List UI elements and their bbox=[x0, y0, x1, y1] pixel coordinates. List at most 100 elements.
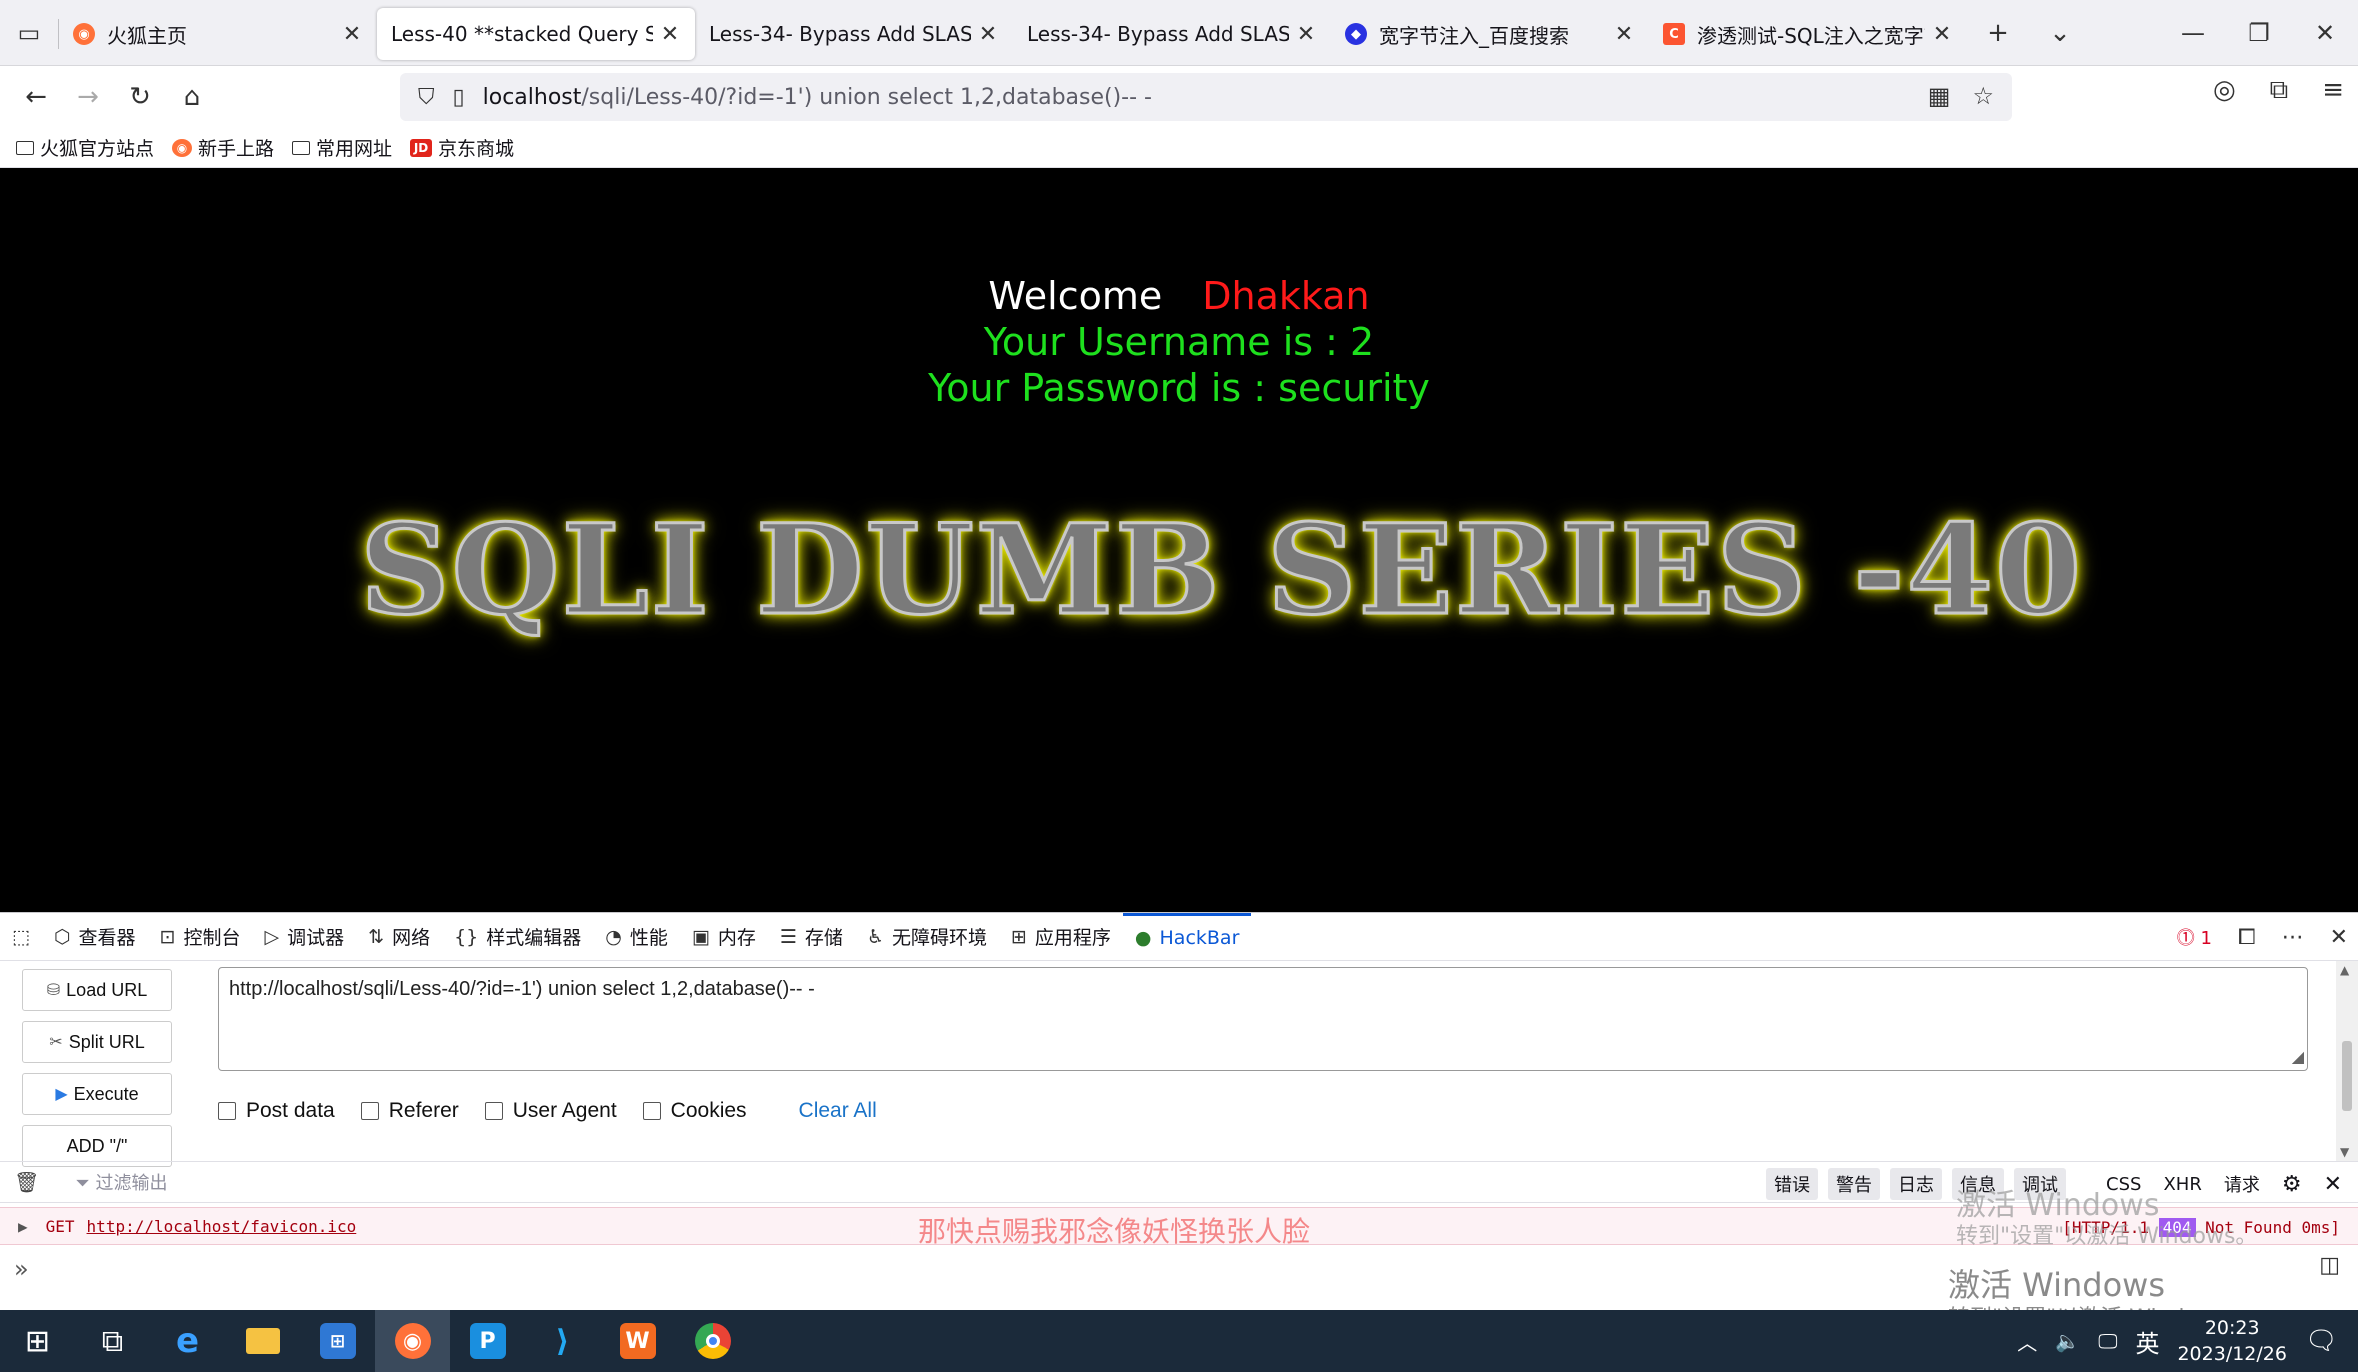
error-count-badge[interactable]: ⓵ 1 bbox=[2177, 924, 2212, 950]
new-tab-button[interactable]: + bbox=[1967, 0, 2029, 65]
tab-accessibility[interactable]: ♿ 无障碍环境 bbox=[855, 913, 999, 961]
tab-application[interactable]: ⊞ 应用程序 bbox=[999, 913, 1123, 961]
checkbox-box[interactable] bbox=[360, 1102, 379, 1120]
volume-icon[interactable]: 🔈 bbox=[2055, 1329, 2080, 1353]
level-warnings[interactable]: 警告 bbox=[1828, 1168, 1881, 1200]
restore-button[interactable]: ❐ bbox=[2226, 0, 2292, 65]
more-options-icon[interactable]: ⋯ bbox=[2282, 925, 2304, 950]
scroll-up-icon[interactable]: ▲ bbox=[2340, 963, 2349, 977]
file-explorer-icon[interactable] bbox=[225, 1310, 300, 1372]
tab-less-34-a[interactable]: Less-34- Bypass Add SLASHES ✕ bbox=[695, 8, 1013, 60]
account-icon[interactable]: ◎ bbox=[2213, 75, 2236, 106]
checkbox-box[interactable] bbox=[642, 1102, 661, 1120]
input-language[interactable]: 英 bbox=[2135, 1324, 2159, 1359]
tab-storage[interactable]: ☰ 存储 bbox=[768, 913, 855, 961]
minimize-button[interactable]: — bbox=[2160, 0, 2226, 65]
extensions-icon[interactable]: ⧉ bbox=[2270, 75, 2289, 106]
list-all-tabs-button[interactable]: ⌄ bbox=[2029, 0, 2091, 65]
devtools-close-icon[interactable]: ✕ bbox=[2330, 925, 2348, 950]
console-filter-input[interactable]: ⏷ 过滤输出 bbox=[75, 1169, 167, 1195]
clock[interactable]: 20:23 2023/12/26 bbox=[2177, 1315, 2287, 1367]
home-button[interactable]: ⌂ bbox=[166, 75, 218, 119]
close-icon[interactable]: ✕ bbox=[1295, 22, 1317, 47]
tab-overview-icon[interactable]: ▭ bbox=[0, 0, 58, 65]
storage-icon: ☰ bbox=[779, 925, 797, 948]
clear-all-link[interactable]: Clear All bbox=[799, 1099, 877, 1123]
pycharm-icon[interactable]: P bbox=[450, 1310, 525, 1372]
split-console-icon[interactable]: ◫ bbox=[2319, 1253, 2340, 1278]
bookmark-star-icon[interactable]: ☆ bbox=[1972, 82, 1994, 110]
store-icon[interactable]: ⊞ bbox=[300, 1310, 375, 1372]
tab-performance[interactable]: ◔ 性能 bbox=[593, 913, 680, 961]
level-logs[interactable]: 日志 bbox=[1890, 1168, 1943, 1200]
start-button[interactable]: ⊞ bbox=[0, 1310, 75, 1372]
close-icon[interactable]: ✕ bbox=[1931, 22, 1953, 47]
referer-checkbox[interactable]: Referer bbox=[360, 1099, 459, 1123]
request-url-link[interactable]: http://localhost/favicon.ico bbox=[87, 1217, 357, 1236]
expand-caret-icon[interactable]: ▶ bbox=[18, 1217, 28, 1236]
filter-xhr[interactable]: XHR bbox=[2157, 1171, 2207, 1198]
qr-code-icon[interactable]: ▦ bbox=[1928, 82, 1951, 110]
scrollbar-thumb[interactable] bbox=[2342, 1041, 2352, 1111]
address-bar[interactable]: ⛉ ▯ localhost/sqli/Less-40/?id=-1') unio… bbox=[400, 73, 2012, 121]
tab-baidu-search[interactable]: ◆ 宽字节注入_百度搜索 ✕ bbox=[1331, 8, 1649, 60]
tab-console[interactable]: ⊡ 控制台 bbox=[148, 913, 253, 961]
window-close-button[interactable]: ✕ bbox=[2292, 0, 2358, 65]
notification-icon[interactable]: 🗨 bbox=[2305, 1326, 2338, 1356]
folder-icon bbox=[16, 140, 34, 155]
tab-firefox-home[interactable]: ◉ 火狐主页 ✕ bbox=[59, 8, 377, 60]
console-close-icon[interactable]: ✕ bbox=[2318, 1169, 2348, 1200]
tab-csdn-article[interactable]: C 渗透测试-SQL注入之宽字节注 ✕ bbox=[1649, 8, 1967, 60]
cookies-checkbox[interactable]: Cookies bbox=[642, 1099, 747, 1123]
post-data-checkbox[interactable]: Post data bbox=[218, 1099, 335, 1123]
shield-icon[interactable]: ⛉ bbox=[418, 85, 435, 110]
split-url-button[interactable]: ✂ Split URL bbox=[22, 1021, 172, 1063]
tab-less-34-b[interactable]: Less-34- Bypass Add SLASHES ✕ bbox=[1013, 8, 1331, 60]
close-icon[interactable]: ✕ bbox=[977, 22, 999, 47]
task-view-icon[interactable]: ⧉ bbox=[75, 1310, 150, 1372]
checkbox-box[interactable] bbox=[484, 1102, 503, 1120]
hackbar-url-textarea[interactable]: http://localhost/sqli/Less-40/?id=-1') u… bbox=[218, 967, 2308, 1071]
trash-icon[interactable]: 🗑 bbox=[14, 1170, 39, 1194]
back-button[interactable]: ← bbox=[10, 75, 62, 119]
element-picker-icon[interactable]: ⬚ bbox=[0, 913, 42, 961]
vscode-icon[interactable]: ⟩ bbox=[525, 1310, 600, 1372]
level-errors[interactable]: 错误 bbox=[1766, 1168, 1819, 1200]
execute-button[interactable]: ▶ Execute bbox=[22, 1073, 172, 1115]
console-input-prompt[interactable]: » bbox=[14, 1255, 29, 1283]
network-tray-icon[interactable]: 🖵 bbox=[2098, 1329, 2117, 1353]
load-url-button[interactable]: ⛁ Load URL bbox=[22, 969, 172, 1011]
tab-memory[interactable]: ▣ 内存 bbox=[680, 913, 768, 961]
close-icon[interactable]: ✕ bbox=[659, 22, 681, 47]
bookmark-common-sites[interactable]: 常用网址 bbox=[292, 134, 392, 161]
firefox-taskbar-icon[interactable]: ◉ bbox=[375, 1310, 450, 1372]
user-agent-checkbox[interactable]: User Agent bbox=[484, 1099, 617, 1123]
reload-button[interactable]: ↻ bbox=[114, 75, 166, 119]
dock-side-icon[interactable]: ⧠ bbox=[2238, 925, 2256, 950]
close-icon[interactable]: ✕ bbox=[341, 22, 363, 47]
menu-icon[interactable]: ≡ bbox=[2322, 75, 2344, 106]
chrome-icon[interactable] bbox=[675, 1310, 750, 1372]
bookmark-jd[interactable]: JD 京东商城 bbox=[410, 134, 514, 161]
hackbar-scrollbar[interactable]: ▲ ▼ bbox=[2336, 961, 2358, 1161]
filter-requests[interactable]: 请求 bbox=[2218, 1168, 2266, 1200]
bookmark-firefox-official[interactable]: 火狐官方站点 bbox=[16, 134, 154, 161]
tab-inspector[interactable]: ⬡ 查看器 bbox=[42, 913, 148, 961]
wps-icon[interactable]: W bbox=[600, 1310, 675, 1372]
close-icon[interactable]: ✕ bbox=[1613, 22, 1635, 47]
tab-debugger[interactable]: ▷ 调试器 bbox=[253, 913, 357, 961]
gauge-icon: ◔ bbox=[605, 925, 622, 948]
tab-hackbar[interactable]: ● HackBar bbox=[1122, 912, 1252, 961]
bookmark-getting-started[interactable]: ◉ 新手上路 bbox=[172, 134, 274, 161]
tab-style-editor[interactable]: {} 样式编辑器 bbox=[442, 913, 593, 961]
edge-icon[interactable]: e bbox=[150, 1310, 225, 1372]
clock-date: 2023/12/26 bbox=[2177, 1343, 2287, 1365]
tab-network[interactable]: ⇅ 网络 bbox=[356, 913, 442, 961]
forward-button[interactable]: → bbox=[62, 75, 114, 119]
resize-grip-icon[interactable]: ◢ bbox=[2292, 1047, 2304, 1067]
chevron-up-icon[interactable]: ︿ bbox=[2017, 1327, 2037, 1356]
tab-less-40[interactable]: Less-40 **stacked Query String ✕ bbox=[377, 8, 695, 60]
scroll-down-icon[interactable]: ▼ bbox=[2340, 1145, 2349, 1159]
checkbox-box[interactable] bbox=[218, 1102, 236, 1120]
console-settings-icon[interactable]: ⚙ bbox=[2276, 1169, 2308, 1200]
